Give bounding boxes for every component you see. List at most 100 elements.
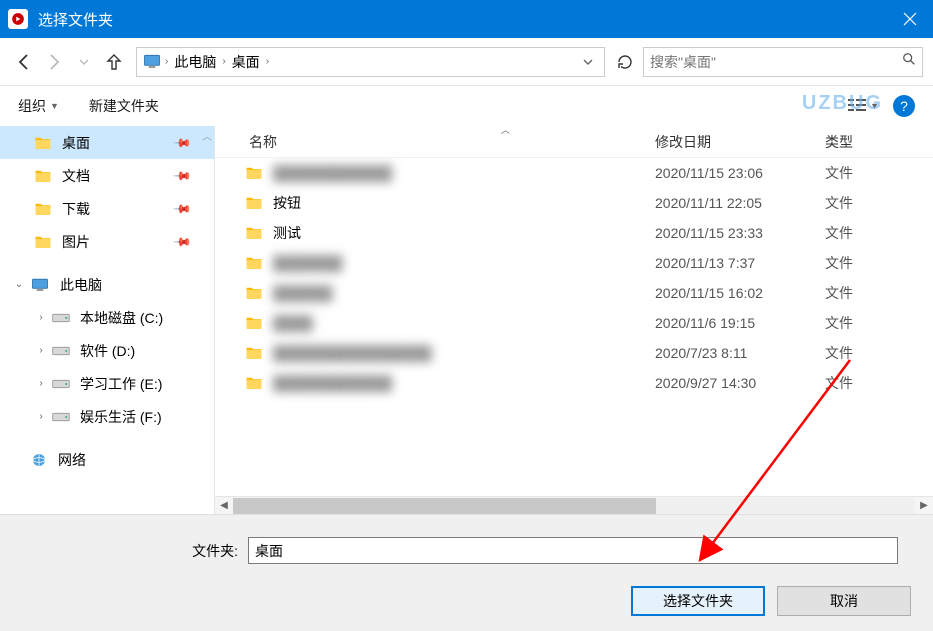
file-date: 2020/11/11 22:05 [655,195,825,211]
close-button[interactable] [887,0,933,38]
file-row[interactable]: 按钮 2020/11/11 22:05文件 [215,188,933,218]
file-name: 测试 [273,223,301,243]
chevron-down-icon[interactable]: ⌄ [12,279,26,290]
chevron-right-icon: › [163,56,170,67]
refresh-button[interactable] [613,48,637,76]
horizontal-scrollbar[interactable]: ◀ ▶ [215,496,933,514]
pin-icon: 📌 [172,165,192,185]
sidebar-network[interactable]: 网络 [0,443,214,476]
file-name: ██████ [273,285,333,301]
organize-label: 组织 [18,96,46,116]
app-icon [8,9,28,29]
breadcrumb-thispc[interactable]: 此电脑 [170,52,220,72]
scrollbar-track[interactable] [233,498,915,514]
column-name[interactable]: 名称 [215,132,655,152]
column-type[interactable]: 类型 [825,132,933,152]
sort-indicator-icon: ︿ [501,123,510,136]
file-type: 文件 [825,223,933,243]
sidebar-item-label: 网络 [52,450,86,470]
sidebar-item-label: 软件 (D:) [74,341,135,361]
up-button[interactable] [100,48,128,76]
chevron-right-icon[interactable]: › [34,411,48,422]
select-folder-button[interactable]: 选择文件夹 [631,586,765,616]
file-name: 按钮 [273,193,301,213]
cancel-button[interactable]: 取消 [777,586,911,616]
sidebar-item-label: 下载 [56,199,90,219]
file-type: 文件 [825,343,933,363]
sidebar-quick-item[interactable]: 文档 📌 [0,159,214,192]
file-type: 文件 [825,163,933,183]
sidebar-thispc[interactable]: ⌄ 此电脑 [0,268,214,301]
chevron-right-icon[interactable]: › [34,312,48,323]
chevron-right-icon: › [264,56,271,67]
footer: 文件夹: 选择文件夹 取消 [0,514,933,631]
sidebar-drive-item[interactable]: › 软件 (D:) [0,334,214,367]
back-button[interactable] [10,48,38,76]
file-name: ████████████ [273,375,392,391]
address-dropdown[interactable] [576,48,600,76]
chevron-down-icon: ▼ [50,101,59,111]
file-row[interactable]: 测试2020/11/15 23:33文件 [215,218,933,248]
file-date: 2020/11/6 19:15 [655,315,825,331]
newfolder-label: 新建文件夹 [89,96,159,116]
help-button[interactable]: ? [893,95,915,117]
file-date: 2020/11/15 23:06 [655,165,825,181]
sidebar-item-label: 娱乐生活 (F:) [74,407,162,427]
content-area: ︿ 桌面📌文档📌下载📌图片📌 ⌄ 此电脑 ›本地磁盘 (C:)›软件 (D:)›… [0,126,933,514]
folder-name-input[interactable] [248,537,898,564]
sidebar-drive-item[interactable]: ›本地磁盘 (C:) [0,301,214,334]
sidebar-quick-item[interactable]: 图片 📌 [0,225,214,258]
file-row[interactable]: ████████████ 2020/9/27 14:30文件 [215,368,933,398]
watermark: UZBUG [802,92,883,115]
file-type: 文件 [825,253,933,273]
breadcrumb-desktop[interactable]: 桌面 [228,52,264,72]
file-pane: ︿ 名称 修改日期 类型 ████████████ 2020/11/15 23:0… [215,126,933,514]
scrollbar-thumb[interactable] [233,498,656,514]
new-folder-button[interactable]: 新建文件夹 [89,96,159,116]
file-name: ████████████ [273,165,392,181]
folder-input-row: 文件夹: [18,537,915,564]
column-date[interactable]: 修改日期 [655,132,825,152]
chevron-right-icon[interactable]: › [34,345,48,356]
sidebar-item-label: 图片 [56,232,90,252]
file-type: 文件 [825,193,933,213]
recent-dropdown[interactable] [70,48,98,76]
scroll-left-icon[interactable]: ◀ [215,500,233,511]
sidebar-drive-item[interactable]: › 娱乐生活 (F:) [0,400,214,433]
sidebar-drive-item[interactable]: ›学习工作 (E:) [0,367,214,400]
sidebar-quick-item[interactable]: 桌面📌 [0,126,214,159]
window-title: 选择文件夹 [38,9,887,30]
file-row[interactable]: ████████████ 2020/11/15 23:06文件 [215,158,933,188]
network-icon [30,451,48,469]
address-bar[interactable]: › 此电脑 › 桌面 › [136,47,605,77]
file-name: ███████ [273,255,342,271]
file-row[interactable]: ████████████████ 2020/7/23 8:11文件 [215,338,933,368]
search-input[interactable] [650,54,902,70]
file-date: 2020/11/13 7:37 [655,255,825,271]
scroll-right-icon[interactable]: ▶ [915,500,933,511]
file-type: 文件 [825,313,933,333]
file-name: ████ [273,315,313,331]
chevron-right-icon[interactable]: › [34,378,48,389]
file-row[interactable]: ██████2020/11/15 16:02文件 [215,278,933,308]
folder-label: 文件夹: [158,541,248,561]
sidebar-item-label: 文档 [56,166,90,186]
file-row[interactable]: ███████ 2020/11/13 7:37文件 [215,248,933,278]
file-list: ████████████2020/11/15 23:06文件按钮2020/11/… [215,158,933,496]
toolbar: 组织 ▼ 新建文件夹 UZBUG ▼ ? [0,86,933,126]
pin-icon: 📌 [172,231,192,251]
navbar: › 此电脑 › 桌面 › [0,38,933,86]
file-date: 2020/7/23 8:11 [655,345,825,361]
file-name: ████████████████ [273,345,432,361]
file-row[interactable]: ████ 2020/11/6 19:15文件 [215,308,933,338]
titlebar: 选择文件夹 [0,0,933,38]
forward-button[interactable] [40,48,68,76]
search-icon[interactable] [902,52,916,71]
scroll-up-icon[interactable]: ︿ [202,128,212,143]
search-box[interactable] [643,47,923,77]
organize-menu[interactable]: 组织 ▼ [18,96,59,116]
file-date: 2020/9/27 14:30 [655,375,825,391]
file-type: 文件 [825,373,933,393]
column-headers: 名称 修改日期 类型 [215,126,933,158]
sidebar-quick-item[interactable]: 下载📌 [0,192,214,225]
